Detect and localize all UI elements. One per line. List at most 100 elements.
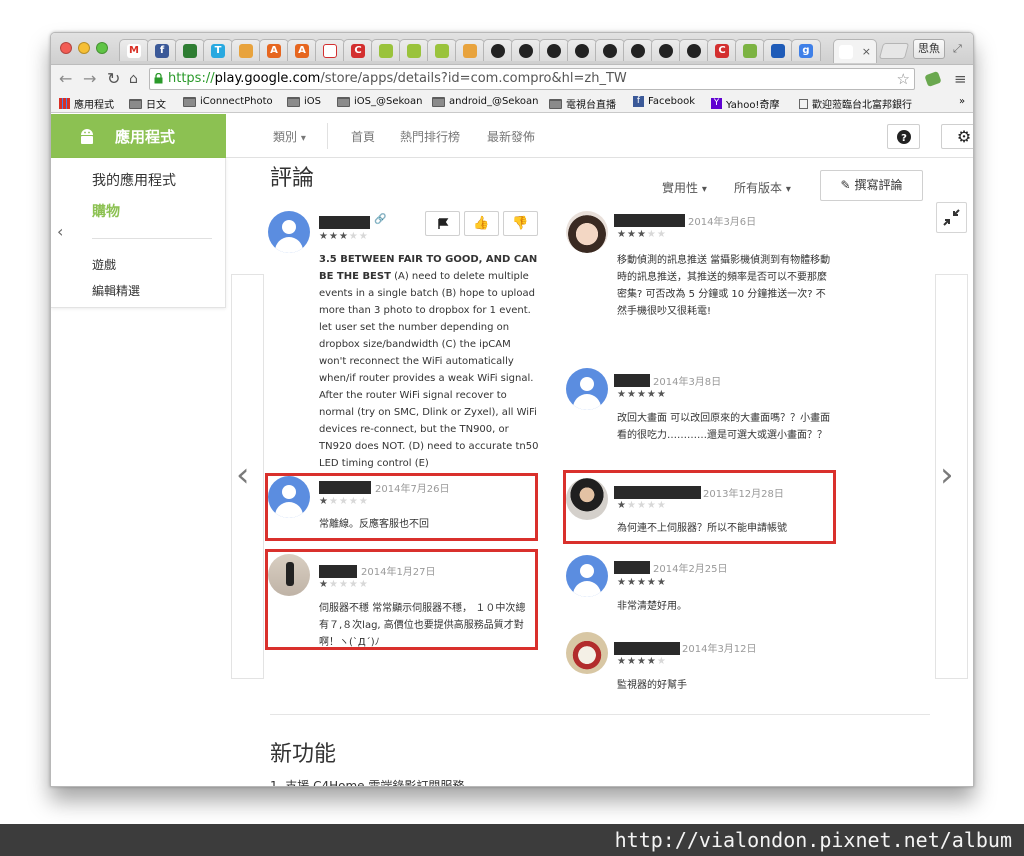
bookmarks-bar: 應用程式 日文 iConnectPhoto iOS iOS_@Sekoan an… <box>51 93 973 113</box>
watermark-bar: http://vialondon.pixnet.net/album <box>0 824 1024 856</box>
tab-app-8[interactable] <box>455 39 485 61</box>
bookmark-apps[interactable]: 應用程式 <box>59 96 114 111</box>
sidebar-my-apps[interactable]: 我的應用程式 <box>92 170 176 190</box>
tab-app-6[interactable] <box>315 39 345 61</box>
review-card: 2014年3月8日 ★★★★★ 改回大畫面 可以改回原來的大畫面嗎？？小畫面看的… <box>566 368 836 463</box>
sidebar: 我的應用程式 購物 ‹ 遊戲 編輯精選 <box>51 158 226 308</box>
unhelpful-button[interactable]: 👎 <box>503 211 538 236</box>
reload-icon[interactable]: ↻ <box>107 69 120 89</box>
bookmarks-overflow-button[interactable]: » <box>959 96 965 107</box>
bookmark-folder-ios-sekoan[interactable]: iOS_@Sekoan <box>337 96 423 107</box>
tab-github-2[interactable] <box>511 39 541 61</box>
minimize-window-button[interactable] <box>78 42 90 54</box>
chevron-down-icon: ▾ <box>785 184 791 195</box>
star-icon: ★ <box>636 229 647 240</box>
bookmark-fubon[interactable]: 歡迎蒞臨台北富邦銀行 <box>799 96 913 111</box>
next-reviews-button[interactable]: › <box>935 274 968 679</box>
star-icon: ★ <box>656 656 667 667</box>
sidebar-editors-choice[interactable]: 編輯精選 <box>92 282 140 299</box>
tab-github-8[interactable] <box>679 39 709 61</box>
redacted-name <box>614 374 650 387</box>
tab-github-7[interactable] <box>651 39 681 61</box>
tab-github-4[interactable] <box>567 39 597 61</box>
tab-app-3[interactable] <box>231 39 261 61</box>
gmail-icon: M <box>127 43 141 58</box>
zoom-window-button[interactable] <box>96 42 108 54</box>
tab-github-3[interactable] <box>539 39 569 61</box>
bookmark-folder-japanese[interactable]: 日文 <box>129 96 166 111</box>
tab-gmail[interactable]: M <box>119 39 149 61</box>
sort-helpfulness[interactable]: 實用性 ▾ <box>662 179 707 196</box>
apps-section-header[interactable]: 應用程式 <box>51 114 226 158</box>
sidebar-games[interactable]: 遊戲 <box>92 256 116 273</box>
nav-new-releases[interactable]: 最新發佈 <box>487 128 535 145</box>
tab-github-5[interactable] <box>595 39 625 61</box>
link-icon[interactable]: 🔗 <box>374 214 386 225</box>
tab-app-7[interactable]: C <box>343 39 373 61</box>
review-text: 3.5 BETWEEN FAIR TO GOOD, AND CAN BE THE… <box>319 251 539 472</box>
fullscreen-icon[interactable]: ⤢ <box>953 42 962 56</box>
star-icon: ★ <box>646 229 657 240</box>
sort-versions[interactable]: 所有版本 ▾ <box>734 179 791 196</box>
bookmark-label: 日文 <box>146 100 166 111</box>
bookmark-label: 應用程式 <box>74 100 114 111</box>
home-icon[interactable]: ⌂ <box>129 69 138 89</box>
previous-reviews-button[interactable]: ‹ <box>231 274 264 679</box>
forward-icon[interactable]: → <box>83 69 96 89</box>
tab-facebook[interactable]: f <box>147 39 177 61</box>
tab-active[interactable]: × <box>833 39 877 63</box>
tab-android-2[interactable] <box>399 39 429 61</box>
star-icon: ★ <box>319 231 329 242</box>
tab-android-1[interactable] <box>371 39 401 61</box>
reviewer-avatar <box>268 211 310 253</box>
write-review-button[interactable]: ✎ 撰寫評論 <box>820 170 923 201</box>
close-window-button[interactable] <box>60 42 72 54</box>
tab-app-11[interactable] <box>763 39 793 61</box>
bookmark-folder-tv[interactable]: 電視台直播 <box>549 96 616 111</box>
sort-versions-label: 所有版本 <box>734 181 783 195</box>
tab-app-2[interactable]: T <box>203 39 233 61</box>
review-card: 2014年3月6日 ★★★★★ 移動偵測的訊息推送 當攝影機偵測到有物體移動時的… <box>566 211 836 321</box>
bookmark-folder-ios[interactable]: iOS <box>287 96 321 107</box>
tab-app-9[interactable]: C <box>707 39 737 61</box>
flag-button[interactable] <box>425 211 460 236</box>
tab-app-5[interactable]: A <box>287 39 317 61</box>
yahoo-icon: Y <box>711 98 722 109</box>
tab-github-1[interactable] <box>483 39 513 61</box>
android-icon <box>407 43 421 58</box>
url-scheme: https:// <box>168 71 215 86</box>
app-icon: A <box>267 43 281 58</box>
address-bar[interactable]: https://play.google.com/store/apps/detai… <box>149 68 915 90</box>
sidebar-shop[interactable]: 購物 <box>92 201 120 221</box>
close-tab-icon[interactable]: × <box>862 45 871 58</box>
github-icon <box>687 43 701 58</box>
collapse-button[interactable] <box>936 202 967 233</box>
tab-github-6[interactable] <box>623 39 653 61</box>
bookmark-folder-android-sekoan[interactable]: android_@Sekoan <box>432 96 538 107</box>
bookmark-facebook[interactable]: f Facebook <box>633 96 695 107</box>
nav-top-charts[interactable]: 熱門排行榜 <box>400 128 460 145</box>
settings-button[interactable]: ⚙ <box>941 124 973 149</box>
new-tab-button[interactable] <box>878 43 910 59</box>
tab-app-4[interactable]: A <box>259 39 289 61</box>
tab-app-1[interactable] <box>175 39 205 61</box>
nav-category[interactable]: 類別 ▾ <box>273 128 306 145</box>
profile-button[interactable]: 思魚 <box>913 39 945 59</box>
help-button[interactable]: ? <box>887 124 920 149</box>
collapse-sidebar-icon[interactable]: ‹ <box>57 222 63 241</box>
back-icon[interactable]: ← <box>59 69 72 89</box>
menu-icon[interactable]: ≡ <box>954 70 967 88</box>
github-icon <box>575 43 589 58</box>
star-rating: ★★★★★ <box>319 231 369 242</box>
star-icon: ★ <box>617 577 627 588</box>
bookmark-yahoo[interactable]: Y Yahoo!奇摩 <box>711 96 779 111</box>
pencil-icon: ✎ <box>840 178 851 192</box>
bookmark-folder-iconnectphoto[interactable]: iConnectPhoto <box>183 96 273 107</box>
helpful-button[interactable]: 👍 <box>464 211 499 236</box>
tab-android-3[interactable] <box>427 39 457 61</box>
tab-google[interactable]: g <box>791 39 821 61</box>
bookmark-star-icon[interactable]: ☆ <box>897 69 910 89</box>
tab-app-10[interactable] <box>735 39 765 61</box>
nav-home[interactable]: 首頁 <box>351 128 375 145</box>
extension-icon[interactable] <box>924 70 942 88</box>
